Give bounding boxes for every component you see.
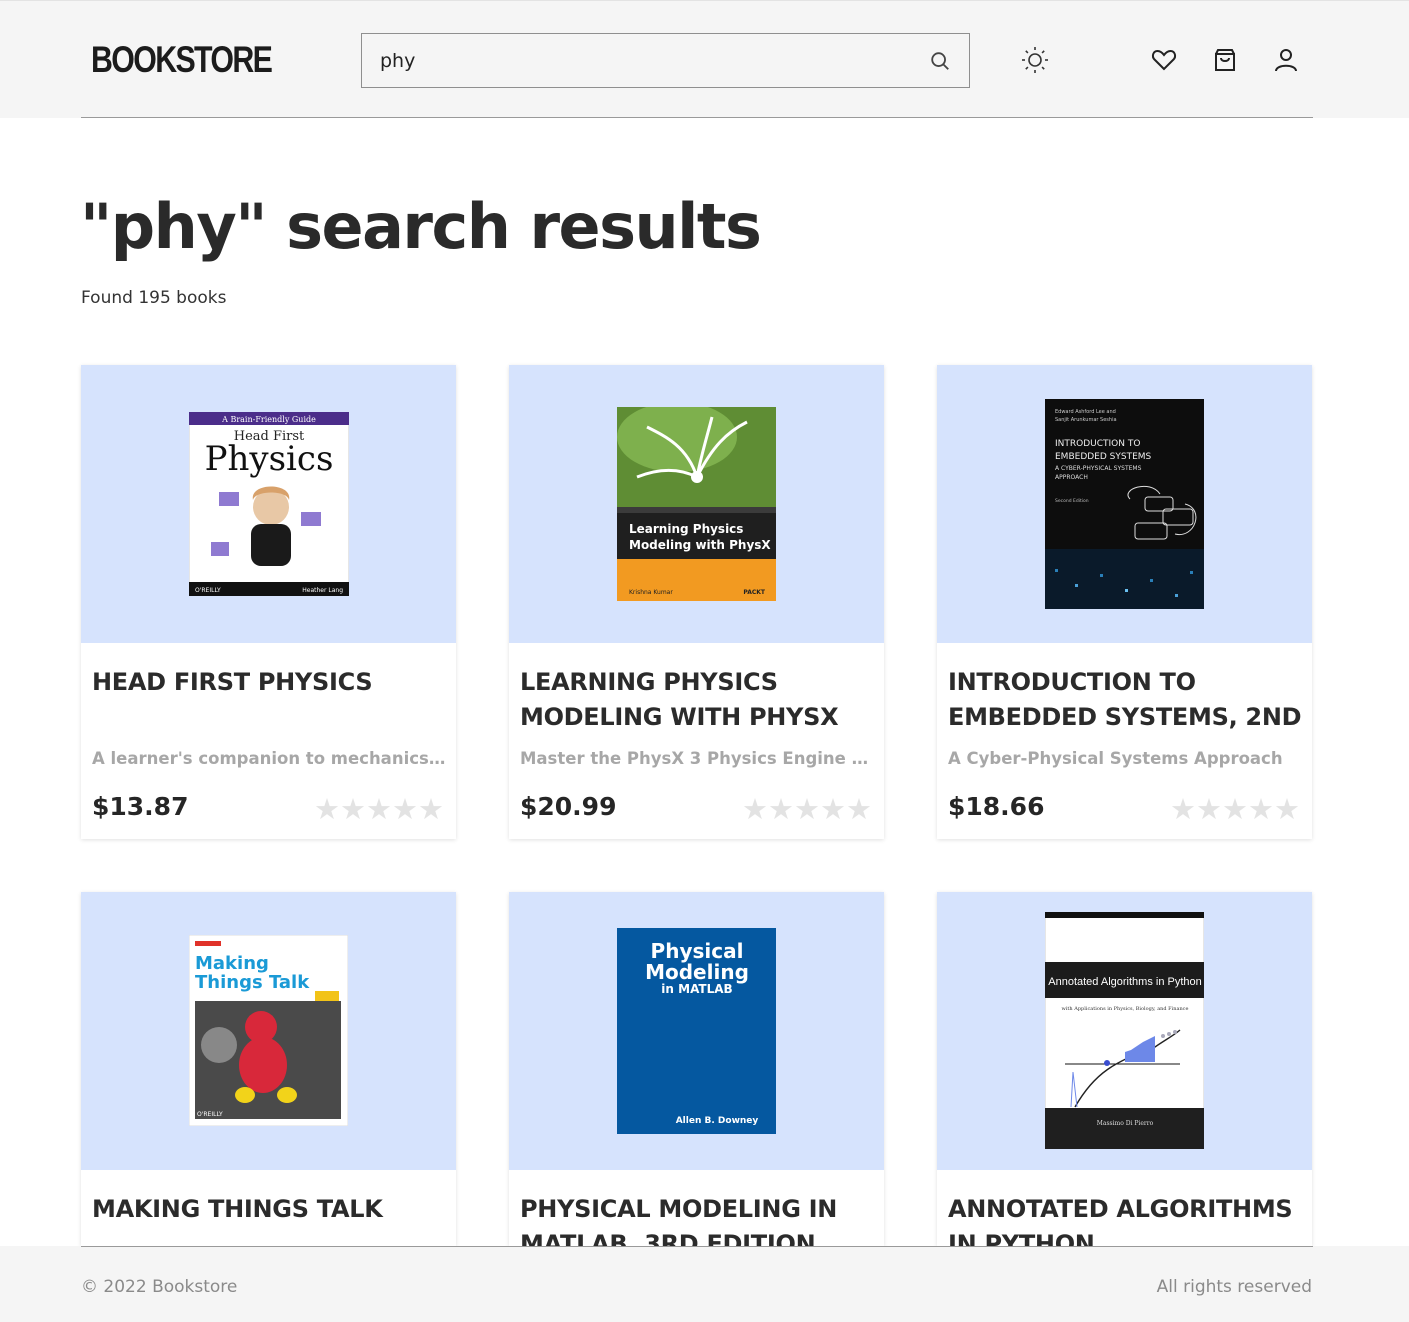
book-cover-area[interactable]: Making Things Talk O'REILLY [81, 892, 456, 1170]
svg-text:Massimo Di Pierro: Massimo Di Pierro [1097, 1120, 1154, 1127]
svg-text:A CYBER-PHYSICAL SYSTEMS: A CYBER-PHYSICAL SYSTEMS [1055, 465, 1142, 472]
book-title[interactable]: Introduction to Embedded Systems, 2nd Ed… [948, 665, 1303, 735]
svg-text:Heather Lang: Heather Lang [302, 587, 343, 594]
book-cover-image[interactable]: Annotated Algorithms in Python with Appl… [1045, 912, 1204, 1149]
svg-text:Modeling: Modeling [645, 960, 749, 984]
svg-text:Making: Making [195, 953, 269, 974]
book-cover-image[interactable]: Making Things Talk O'REILLY [189, 935, 348, 1126]
svg-text:Sanjit Arunkumar Seshia: Sanjit Arunkumar Seshia [1055, 417, 1117, 423]
header-divider [81, 117, 1313, 118]
book-subtitle: A learner's companion to mechanics ... [92, 749, 447, 768]
svg-text:INTRODUCTION TO: INTRODUCTION TO [1055, 439, 1140, 449]
svg-text:A Brain-Friendly Guide: A Brain-Friendly Guide [221, 415, 316, 424]
book-price: $18.66 [948, 792, 1045, 821]
search-input[interactable] [362, 34, 922, 87]
footer: © 2022 Bookstore All rights reserved [0, 1246, 1409, 1322]
book-card[interactable]: A Brain-Friendly Guide Head First Physic… [81, 365, 456, 839]
svg-text:Krishna Kumar: Krishna Kumar [629, 589, 673, 596]
search-box [361, 33, 970, 88]
book-cover-area[interactable]: Physical Modeling in MATLAB Allen B. Dow… [509, 892, 884, 1170]
book-card[interactable]: Annotated Algorithms in Python with Appl… [937, 892, 1312, 1246]
star-rating: ★★★★★ [314, 792, 444, 826]
user-icon[interactable] [1272, 46, 1300, 74]
book-card[interactable]: Physical Modeling in MATLAB Allen B. Dow… [509, 892, 884, 1246]
book-cover-image[interactable]: Learning Physics Modeling with PhysX Kri… [617, 407, 776, 601]
book-title[interactable]: Physical Modeling in MATLAB, 3rd Edition [520, 1192, 875, 1246]
star-rating: ★★★★★ [742, 792, 872, 826]
book-title[interactable]: Learning Physics Modeling with PhysX [520, 665, 875, 735]
page-title: "phy" search results [80, 190, 762, 263]
book-subtitle: A Cyber-Physical Systems Approach [948, 749, 1283, 768]
svg-text:EMBEDDED SYSTEMS: EMBEDDED SYSTEMS [1055, 452, 1152, 462]
svg-text:O'REILLY: O'REILLY [197, 1111, 223, 1118]
book-card[interactable]: Learning Physics Modeling with PhysX Kri… [509, 365, 884, 839]
svg-text:Modeling with PhysX: Modeling with PhysX [629, 538, 771, 552]
rights-text: All rights reserved [1156, 1277, 1312, 1297]
shopping-bag-icon[interactable] [1211, 46, 1239, 74]
header: BOOKSTORE [0, 0, 1409, 118]
star-rating: ★★★★★ [1170, 792, 1300, 826]
results-count: Found 195 books [81, 288, 227, 308]
copyright-text: © 2022 Bookstore [81, 1277, 238, 1297]
store-logo[interactable]: BOOKSTORE [91, 39, 273, 81]
book-cover-area[interactable]: A Brain-Friendly Guide Head First Physic… [81, 365, 456, 643]
footer-divider [81, 1246, 1313, 1247]
book-title[interactable]: Annotated Algorithms in Python [948, 1192, 1303, 1246]
svg-text:Things Talk: Things Talk [195, 972, 310, 993]
heart-icon[interactable] [1150, 46, 1178, 74]
book-title[interactable]: Making Things Talk [92, 1192, 447, 1227]
book-card[interactable]: Edward Ashford Lee and Sanjit Arunkumar … [937, 365, 1312, 839]
search-icon[interactable] [929, 50, 951, 72]
svg-text:O'REILLY: O'REILLY [195, 587, 221, 594]
svg-text:in MATLAB: in MATLAB [661, 982, 732, 996]
book-cover-image[interactable]: A Brain-Friendly Guide Head First Physic… [189, 412, 349, 596]
book-subtitle: Master the PhysX 3 Physics Engine an... [520, 749, 875, 768]
book-cover-area[interactable]: Edward Ashford Lee and Sanjit Arunkumar … [937, 365, 1312, 643]
book-cover-image[interactable]: Physical Modeling in MATLAB Allen B. Dow… [617, 928, 776, 1134]
book-card[interactable]: Making Things Talk O'REILLY Making Thing… [81, 892, 456, 1246]
theme-sun-icon[interactable] [1021, 46, 1049, 74]
svg-text:Edward Ashford Lee and: Edward Ashford Lee and [1055, 409, 1116, 415]
svg-text:Allen B. Downey: Allen B. Downey [676, 1116, 759, 1126]
book-title[interactable]: Head First Physics [92, 665, 447, 700]
svg-text:PACKT: PACKT [743, 589, 766, 596]
svg-text:APPROACH: APPROACH [1055, 474, 1088, 481]
svg-text:Physics: Physics [205, 439, 334, 479]
book-price: $13.87 [92, 792, 189, 821]
book-cover-area[interactable]: Annotated Algorithms in Python with Appl… [937, 892, 1312, 1170]
svg-text:with Applications in Physics,: with Applications in Physics, Biology, a… [1062, 1006, 1189, 1012]
svg-text:Learning Physics: Learning Physics [629, 522, 743, 536]
book-price: $20.99 [520, 792, 617, 821]
svg-text:Second Edition: Second Edition [1055, 498, 1089, 504]
book-cover-image[interactable]: Edward Ashford Lee and Sanjit Arunkumar … [1045, 399, 1204, 609]
book-cover-area[interactable]: Learning Physics Modeling with PhysX Kri… [509, 365, 884, 643]
svg-text:Annotated Algorithms in Python: Annotated Algorithms in Python [1048, 976, 1201, 988]
